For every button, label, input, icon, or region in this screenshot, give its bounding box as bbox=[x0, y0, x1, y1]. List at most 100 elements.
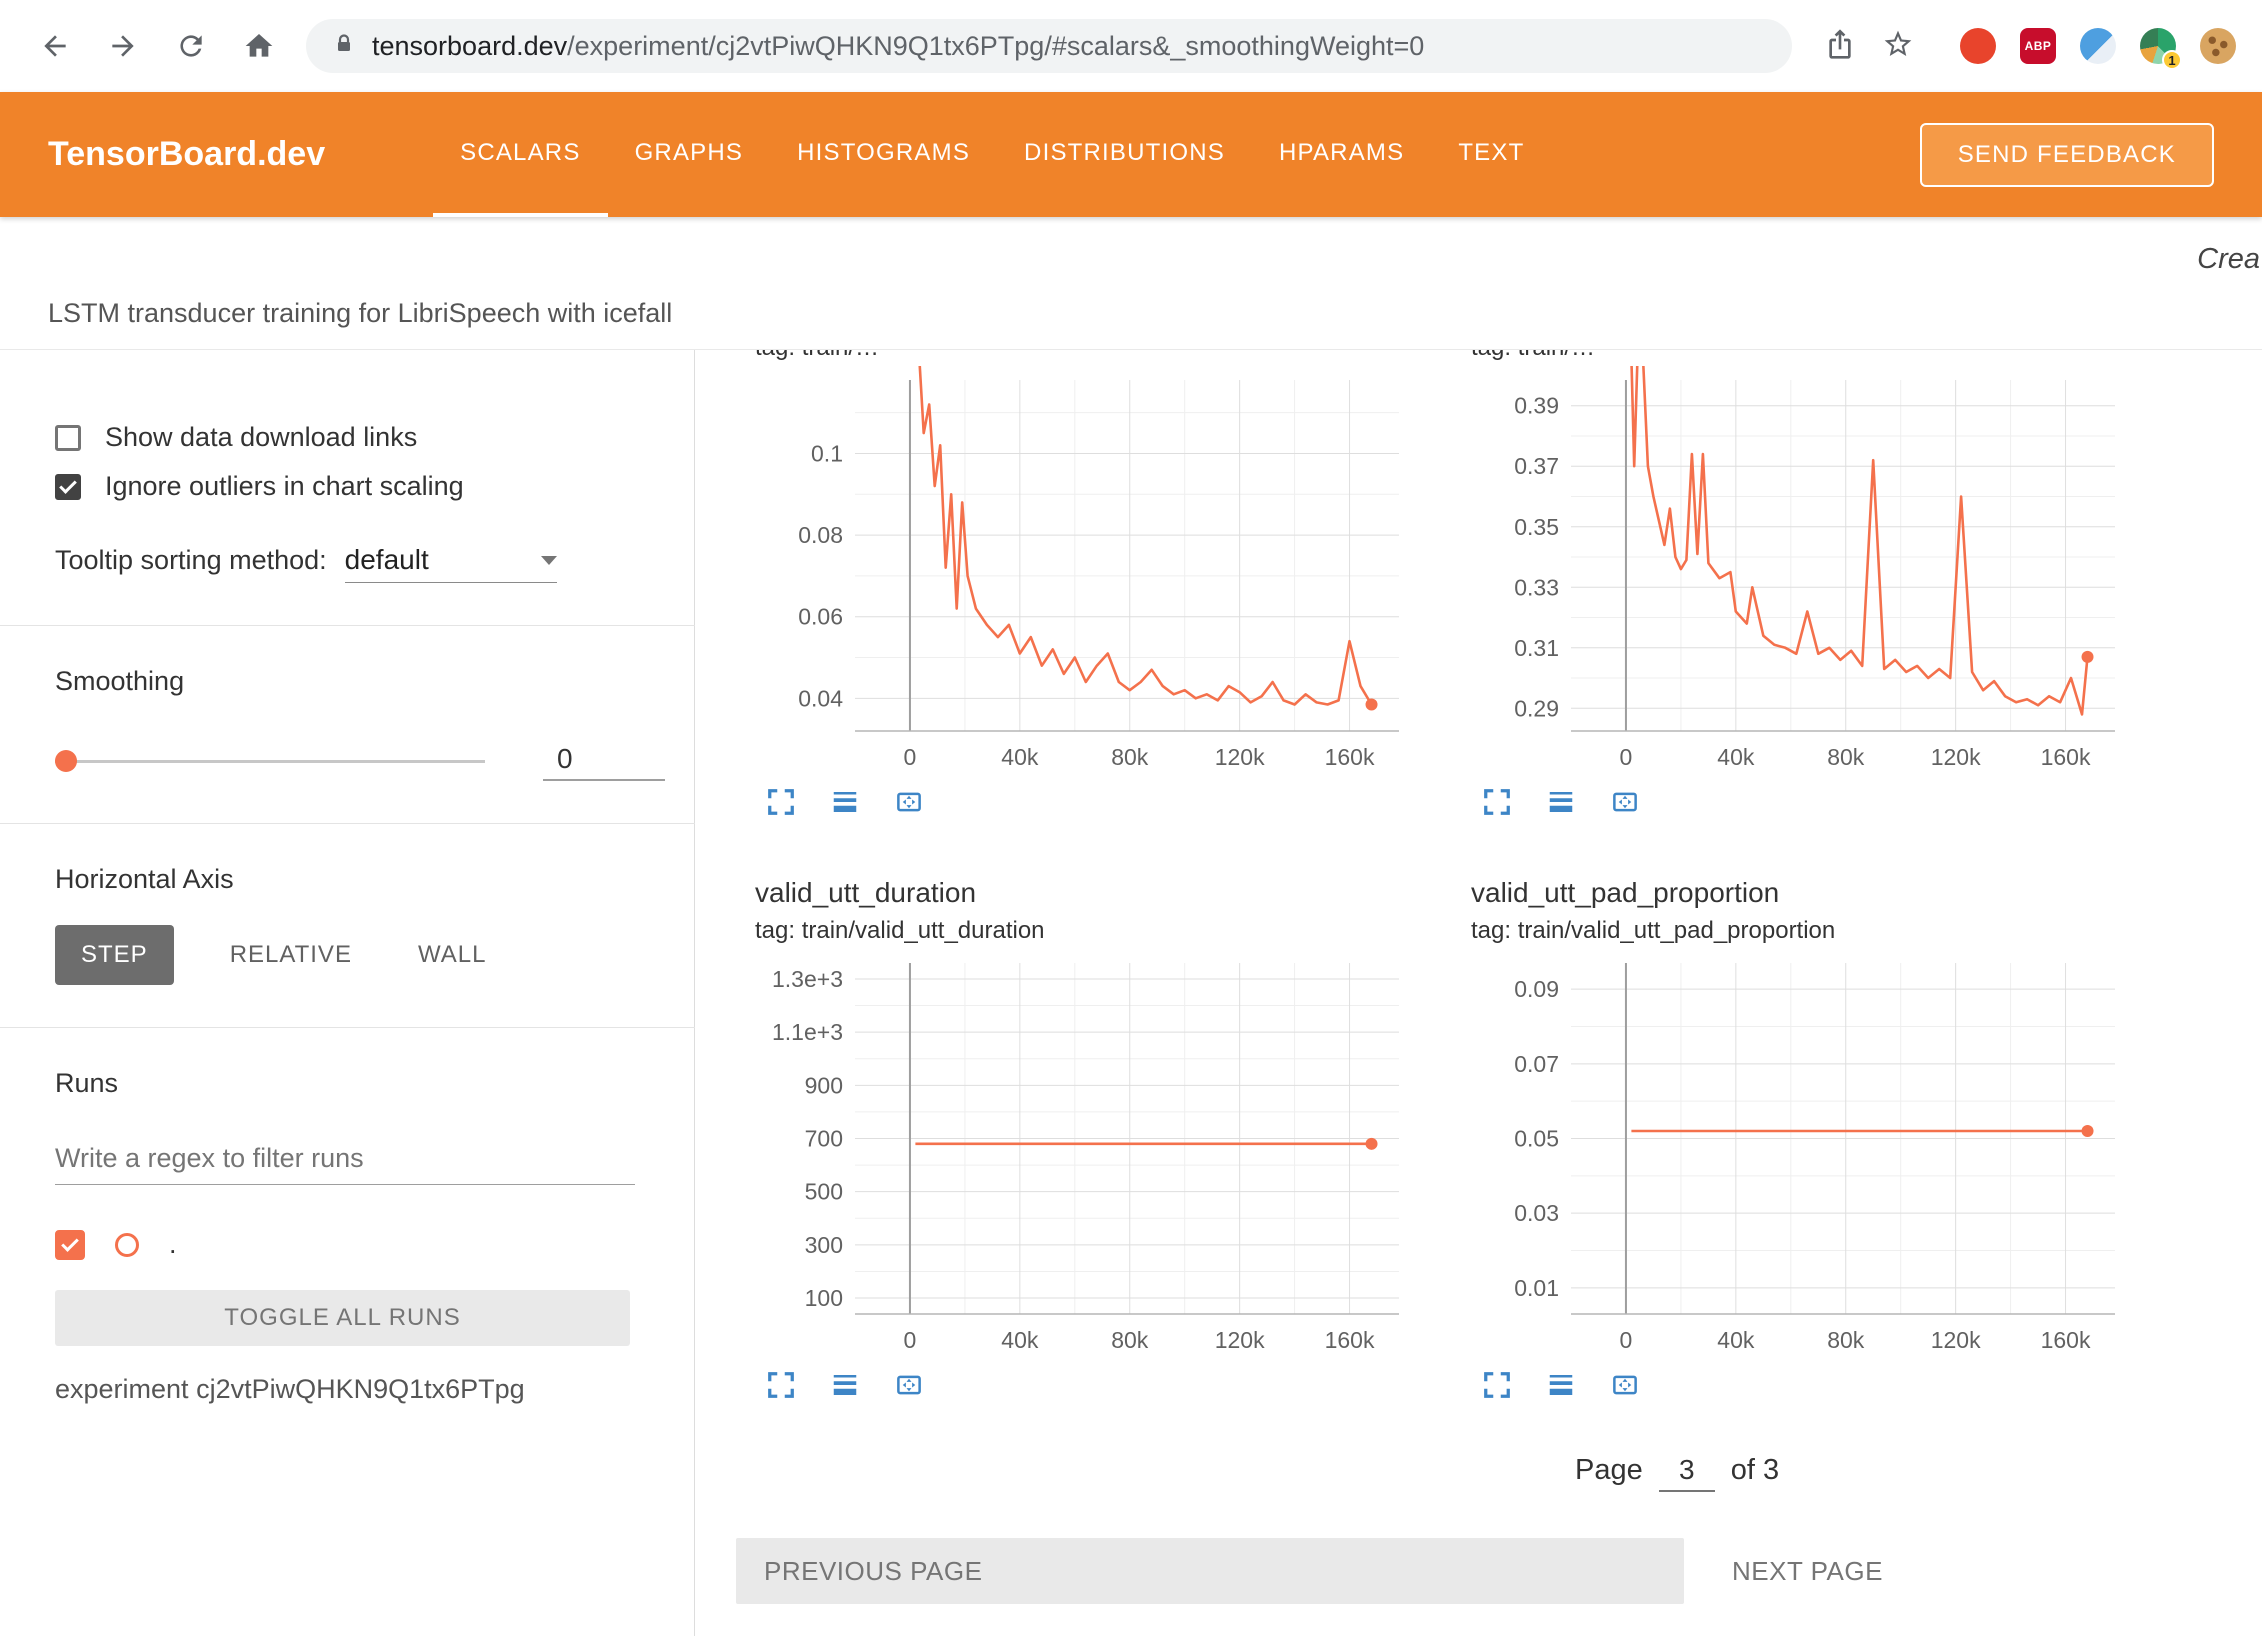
tab-histograms[interactable]: HISTOGRAMS bbox=[770, 92, 997, 217]
tab-hparams[interactable]: HPARAMS bbox=[1252, 92, 1431, 217]
lock-icon[interactable] bbox=[332, 32, 356, 61]
expand-chart-icon[interactable] bbox=[761, 783, 801, 823]
tab-bar: SCALARS GRAPHS HISTOGRAMS DISTRIBUTIONS … bbox=[433, 92, 1551, 217]
experiment-caption: experiment cj2vtPiwQHKN9Q1tx6PTpg bbox=[55, 1374, 694, 1405]
adblock-extension-icon[interactable] bbox=[1960, 28, 1996, 64]
chart-tag: tag: train/… bbox=[755, 350, 1415, 362]
cookie-extension-icon[interactable] bbox=[2200, 28, 2236, 64]
ignore-outliers-checkbox[interactable]: Ignore outliers in chart scaling bbox=[55, 471, 694, 502]
blue-extension-icon[interactable] bbox=[2080, 28, 2116, 64]
page-number-input[interactable] bbox=[1659, 1454, 1715, 1492]
back-icon[interactable] bbox=[26, 17, 84, 75]
smoothing-value-input[interactable] bbox=[543, 741, 665, 781]
smoothing-slider-thumb[interactable] bbox=[55, 750, 77, 772]
url-path: /experiment/cj2vtPiwQHKN9Q1tx6PTpg/#scal… bbox=[567, 31, 1424, 61]
show-download-links-label: Show data download links bbox=[105, 422, 417, 453]
svg-text:0.39: 0.39 bbox=[1514, 393, 1559, 419]
svg-text:0: 0 bbox=[1620, 1327, 1633, 1353]
tooltip-sorting-label: Tooltip sorting method: bbox=[55, 545, 327, 576]
smoothing-slider[interactable] bbox=[55, 750, 485, 772]
expand-chart-icon[interactable] bbox=[1477, 783, 1517, 823]
tab-scalars[interactable]: SCALARS bbox=[433, 92, 607, 217]
fit-domain-icon[interactable] bbox=[1605, 1366, 1645, 1406]
experiment-description: LSTM transducer training for LibriSpeech… bbox=[48, 298, 672, 329]
svg-text:0.37: 0.37 bbox=[1514, 453, 1559, 479]
forward-icon[interactable] bbox=[94, 17, 152, 75]
svg-text:0.29: 0.29 bbox=[1514, 695, 1559, 721]
log-scale-icon[interactable] bbox=[1541, 783, 1581, 823]
scalar-chart[interactable]: 040k80k120k160k0.290.310.330.350.370.39 bbox=[1471, 366, 2131, 781]
app-header: TensorBoard.dev SCALARS GRAPHS HISTOGRAM… bbox=[0, 92, 2262, 217]
log-scale-icon[interactable] bbox=[825, 783, 865, 823]
svg-text:500: 500 bbox=[805, 1179, 843, 1205]
svg-text:0.06: 0.06 bbox=[798, 604, 843, 630]
profile-avatar[interactable]: 1 bbox=[2140, 28, 2176, 64]
home-icon[interactable] bbox=[230, 17, 288, 75]
expand-chart-icon[interactable] bbox=[761, 1366, 801, 1406]
axis-wall-button[interactable]: WALL bbox=[408, 925, 496, 985]
fit-domain-icon[interactable] bbox=[889, 1366, 929, 1406]
svg-text:300: 300 bbox=[805, 1232, 843, 1258]
svg-text:0.31: 0.31 bbox=[1514, 635, 1559, 661]
tooltip-sorting-select[interactable]: default bbox=[345, 544, 557, 583]
next-page-button[interactable]: NEXT PAGE bbox=[1732, 1556, 1883, 1587]
horizontal-axis-label: Horizontal Axis bbox=[55, 864, 694, 895]
scalar-chart[interactable]: 040k80k120k160k0.040.060.080.1 bbox=[755, 366, 1415, 781]
chart-title: valid_utt_pad_proportion bbox=[1471, 877, 2131, 911]
charts-panel: tag: train/… 040k80k120k160k0.040.060.08… bbox=[695, 350, 2262, 1636]
tab-graphs[interactable]: GRAPHS bbox=[608, 92, 771, 217]
run-list-item[interactable]: . bbox=[55, 1229, 694, 1260]
log-scale-icon[interactable] bbox=[1541, 1366, 1581, 1406]
fit-domain-icon[interactable] bbox=[889, 783, 929, 823]
refresh-icon[interactable] bbox=[162, 17, 220, 75]
svg-text:1.3e+3: 1.3e+3 bbox=[772, 966, 843, 992]
fit-domain-icon[interactable] bbox=[1605, 783, 1645, 823]
toggle-all-runs-button[interactable]: TOGGLE ALL RUNS bbox=[55, 1290, 630, 1346]
url-text: tensorboard.dev/experiment/cj2vtPiwQHKN9… bbox=[372, 31, 1424, 62]
subheader: Crea LSTM transducer training for LibriS… bbox=[0, 217, 2262, 350]
svg-text:900: 900 bbox=[805, 1072, 843, 1098]
svg-text:0: 0 bbox=[904, 744, 917, 770]
checkbox-checked-icon bbox=[55, 474, 81, 500]
run-color-swatch-icon bbox=[115, 1233, 139, 1257]
svg-text:0.05: 0.05 bbox=[1514, 1126, 1559, 1152]
svg-text:120k: 120k bbox=[1215, 1327, 1265, 1353]
show-download-links-checkbox[interactable]: Show data download links bbox=[55, 422, 694, 453]
avatar-badge: 1 bbox=[2162, 50, 2182, 70]
svg-text:0.03: 0.03 bbox=[1514, 1200, 1559, 1226]
tab-text[interactable]: TEXT bbox=[1431, 92, 1551, 217]
svg-text:120k: 120k bbox=[1931, 744, 1981, 770]
bookmark-star-icon[interactable] bbox=[1882, 28, 1914, 65]
svg-text:160k: 160k bbox=[2041, 1327, 2091, 1353]
run-checkbox-icon[interactable] bbox=[55, 1230, 85, 1260]
page-label: Page bbox=[1575, 1454, 1643, 1487]
svg-text:100: 100 bbox=[805, 1285, 843, 1311]
chart-card-top-right: tag: train/… 040k80k120k160k0.290.310.33… bbox=[1471, 350, 2131, 823]
scalar-chart[interactable]: 040k80k120k160k1003005007009001.1e+31.3e… bbox=[755, 949, 1415, 1364]
clipped-right-text: Crea bbox=[2197, 243, 2260, 276]
runs-filter-input[interactable] bbox=[55, 1139, 635, 1185]
tab-distributions[interactable]: DISTRIBUTIONS bbox=[997, 92, 1252, 217]
svg-text:40k: 40k bbox=[1717, 744, 1755, 770]
page-of-label: of 3 bbox=[1731, 1454, 1779, 1487]
svg-text:0.04: 0.04 bbox=[798, 685, 843, 711]
log-scale-icon[interactable] bbox=[825, 1366, 865, 1406]
settings-sidebar: Show data download links Ignore outliers… bbox=[0, 350, 695, 1636]
svg-text:1.1e+3: 1.1e+3 bbox=[772, 1019, 843, 1045]
previous-page-button[interactable]: PREVIOUS PAGE bbox=[736, 1538, 1684, 1604]
divider bbox=[0, 1027, 695, 1028]
svg-text:80k: 80k bbox=[1827, 744, 1865, 770]
axis-relative-button[interactable]: RELATIVE bbox=[220, 925, 362, 985]
smoothing-label: Smoothing bbox=[55, 666, 694, 697]
expand-chart-icon[interactable] bbox=[1477, 1366, 1517, 1406]
send-feedback-button[interactable]: SEND FEEDBACK bbox=[1920, 123, 2214, 187]
chart-card-top-left: tag: train/… 040k80k120k160k0.040.060.08… bbox=[755, 350, 1415, 823]
scalar-chart[interactable]: 040k80k120k160k0.010.030.050.070.09 bbox=[1471, 949, 2131, 1364]
abp-extension-icon[interactable]: ABP bbox=[2020, 28, 2056, 64]
axis-step-button[interactable]: STEP bbox=[55, 925, 174, 985]
svg-text:0.07: 0.07 bbox=[1514, 1051, 1559, 1077]
address-bar[interactable]: tensorboard.dev/experiment/cj2vtPiwQHKN9… bbox=[306, 19, 1792, 73]
svg-text:80k: 80k bbox=[1111, 1327, 1149, 1353]
share-icon[interactable] bbox=[1824, 28, 1856, 65]
brand-logo[interactable]: TensorBoard.dev bbox=[48, 92, 325, 217]
